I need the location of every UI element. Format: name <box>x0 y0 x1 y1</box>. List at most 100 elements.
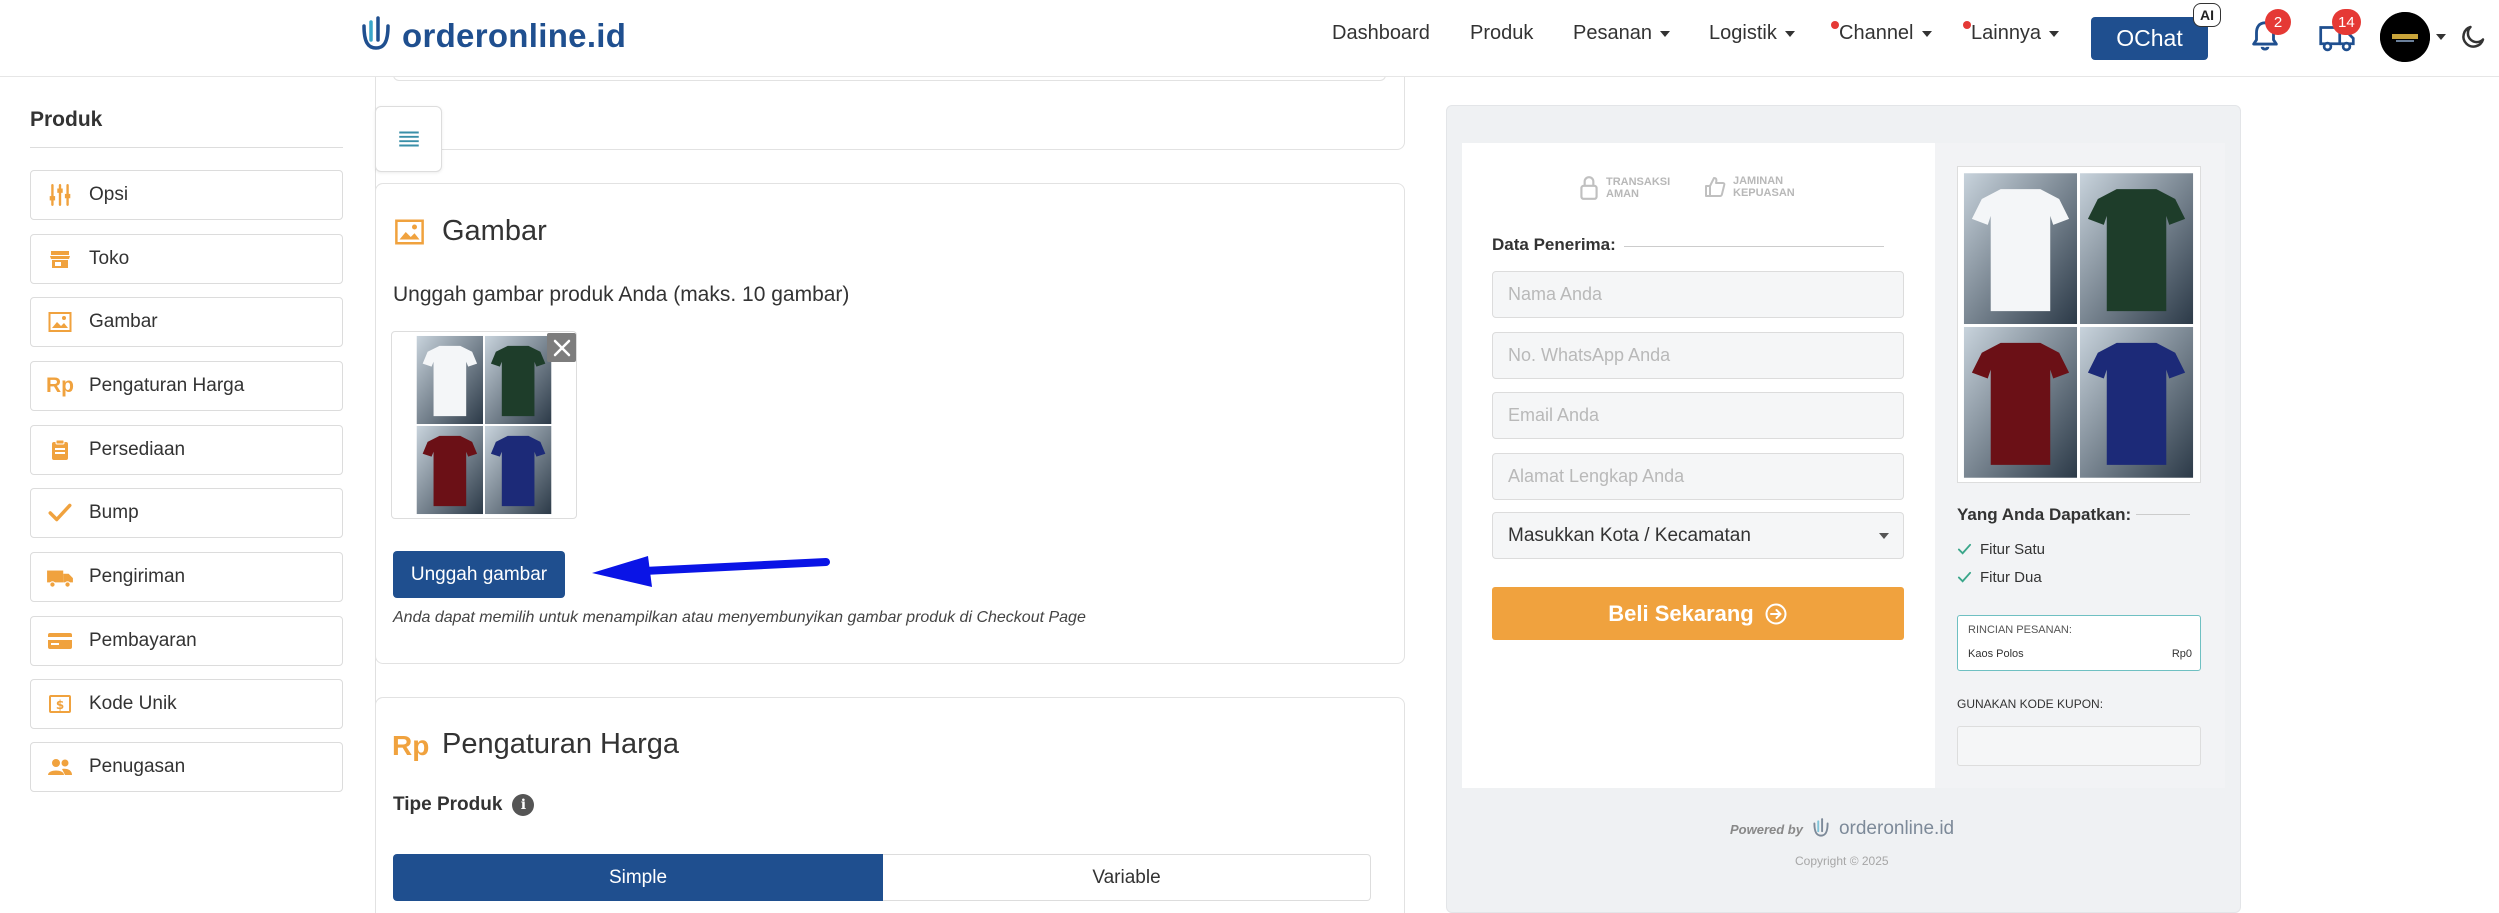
sidebar-item-label: Toko <box>89 248 130 269</box>
new-dot-indicator <box>1963 21 1971 29</box>
info-icon[interactable]: i <box>512 794 535 816</box>
check-icon <box>1957 543 1972 555</box>
ai-badge: AI <box>2193 3 2221 27</box>
feature-item: Fitur Satu <box>1957 541 2045 558</box>
chevron-down-icon <box>1659 30 1670 37</box>
notification-count-badge: 2 <box>2265 9 2291 35</box>
city-select[interactable]: Masukkan Kota / Kecamatan <box>1492 512 1904 559</box>
sidebar-item-persediaan[interactable]: Persediaan <box>30 425 343 475</box>
trust-badge-guarantee: JAMINAN KEPUASAN <box>1703 175 1795 199</box>
orderonline-logo-icon <box>362 16 390 50</box>
sidebar-item-gambar[interactable]: Gambar <box>30 297 343 347</box>
preview-product-image <box>1957 166 2201 483</box>
dollar-box-icon: $ <box>45 689 75 719</box>
svg-text:$: $ <box>56 698 64 712</box>
hamburger-icon <box>398 131 419 147</box>
sidebar-divider <box>30 147 343 148</box>
whatsapp-field[interactable]: No. WhatsApp Anda <box>1492 332 1904 379</box>
clipboard-icon <box>45 435 75 465</box>
sidebar-item-label: Pengaturan Harga <box>89 375 245 396</box>
tipe-variable-option[interactable]: Variable <box>883 854 1371 901</box>
sidebar-item-pembayaran[interactable]: Pembayaran <box>30 616 343 666</box>
sidebar-item-label: Opsi <box>89 184 129 205</box>
yang-anda-dapatkan-title: Yang Anda Dapatkan: <box>1957 505 2132 524</box>
sidebar-item-opsi[interactable]: Opsi <box>30 170 343 220</box>
trust-guarantee-line1: JAMINAN <box>1733 175 1784 187</box>
harga-title: Pengaturan Harga <box>442 728 679 760</box>
powered-by-text: Powered by <box>1730 821 1803 837</box>
trust-badge-secure: TRANSAKSI AMAN <box>1578 175 1670 201</box>
nav-produk[interactable]: Produk <box>1470 22 1533 45</box>
rupiah-icon: Rp <box>46 374 74 397</box>
upload-image-button[interactable]: Unggah gambar <box>393 551 565 598</box>
annotation-arrow-icon <box>592 556 830 587</box>
chevron-down-icon <box>1879 533 1889 539</box>
yang-anda-divider <box>2136 514 2190 515</box>
shipping-count-badge: 14 <box>2332 9 2361 35</box>
feature-label: Fitur Satu <box>1980 541 2046 558</box>
new-dot-indicator <box>1831 21 1839 29</box>
order-summary-title: RINCIAN PESANAN: <box>1968 624 2072 636</box>
nav-lainnya[interactable]: Lainnya <box>1963 21 2060 45</box>
order-summary-box: RINCIAN PESANAN: Kaos Polos Rp0 <box>1957 615 2201 671</box>
section-menu-toggle[interactable] <box>375 106 442 172</box>
tipe-simple-option[interactable]: Simple <box>393 854 883 901</box>
buy-now-button[interactable]: Beli Sekarang <box>1492 587 1904 640</box>
sidebar-item-label: Kode Unik <box>89 693 177 714</box>
image-icon <box>395 219 424 245</box>
thumbs-up-icon <box>1705 177 1726 197</box>
check-icon <box>45 498 75 528</box>
tipe-produk-label: Tipe Produk i <box>393 794 535 816</box>
feature-label: Fitur Dua <box>1980 569 2042 586</box>
brand-logo[interactable]: orderonline.id <box>358 16 626 56</box>
sidebar-item-label: Bump <box>89 502 139 523</box>
chevron-down-icon <box>1921 30 1932 37</box>
nav-dashboard[interactable]: Dashboard <box>1332 22 1430 45</box>
orderonline-logo-icon <box>1813 818 1829 837</box>
buy-now-label: Beli Sekarang <box>1608 600 1754 626</box>
copyright-text: Copyright © 2025 <box>1795 854 1889 868</box>
powered-by-logo-text: orderonline.id <box>1838 818 1955 839</box>
sliders-icon <box>45 180 75 210</box>
gambar-subtitle: Unggah gambar produk Anda (maks. 10 gamb… <box>393 283 850 306</box>
city-select-value: Masukkan Kota / Kecamatan <box>1508 524 1751 546</box>
sidebar-item-label: Penugasan <box>89 756 186 777</box>
moon-icon <box>2462 25 2485 48</box>
sidebar-item-bump[interactable]: Bump <box>30 488 343 538</box>
gambar-section-icon <box>393 217 426 252</box>
nav-pesanan[interactable]: Pesanan <box>1573 22 1670 45</box>
sidebar-item-pengiriman[interactable]: Pengiriman <box>30 552 343 602</box>
sidebar-item-label: Pengiriman <box>89 566 186 587</box>
chevron-down-icon <box>2049 30 2060 37</box>
avatar-chevron-icon[interactable] <box>2436 34 2446 40</box>
data-penerima-title: Data Penerima: <box>1492 235 1616 254</box>
lock-icon <box>1580 176 1598 200</box>
sidebar-item-toko[interactable]: Toko <box>30 234 343 284</box>
order-summary-item: Kaos Polos <box>1968 648 2024 660</box>
nav-logistik[interactable]: Logistik <box>1709 22 1795 45</box>
data-penerima-divider <box>1624 246 1884 247</box>
truck-icon <box>45 562 75 592</box>
powered-by: Powered by orderonline.id <box>1730 818 1954 840</box>
chevron-down-icon <box>1784 30 1795 37</box>
email-field[interactable]: Email Anda <box>1492 392 1904 439</box>
arrow-circle-right-icon <box>1765 603 1787 624</box>
nav-channel[interactable]: Channel <box>1831 21 1932 45</box>
rupiah-icon: Rp <box>392 730 430 761</box>
dark-mode-toggle[interactable] <box>2458 22 2488 52</box>
people-icon <box>45 752 75 782</box>
gambar-help-text: Anda dapat memilih untuk menampilkan ata… <box>393 609 1086 626</box>
avatar[interactable] <box>2380 12 2430 62</box>
sidebar-item-kode-unik[interactable]: $ Kode Unik <box>30 679 343 729</box>
trust-secure-line1: TRANSAKSI <box>1606 176 1671 188</box>
ochat-button[interactable]: OChat <box>2091 17 2208 60</box>
logo-text: orderonline.id <box>402 17 627 54</box>
name-field[interactable]: Nama Anda <box>1492 271 1904 318</box>
sidebar-item-pengaturan-harga[interactable]: Rp Pengaturan Harga <box>30 361 343 411</box>
sidebar-item-penugasan[interactable]: Penugasan <box>30 742 343 792</box>
tipe-produk-text: Tipe Produk <box>393 794 503 815</box>
gambar-title: Gambar <box>442 215 547 247</box>
address-field[interactable]: Alamat Lengkap Anda <box>1492 453 1904 500</box>
coupon-input[interactable] <box>1957 726 2201 766</box>
remove-image-button[interactable] <box>547 333 576 362</box>
